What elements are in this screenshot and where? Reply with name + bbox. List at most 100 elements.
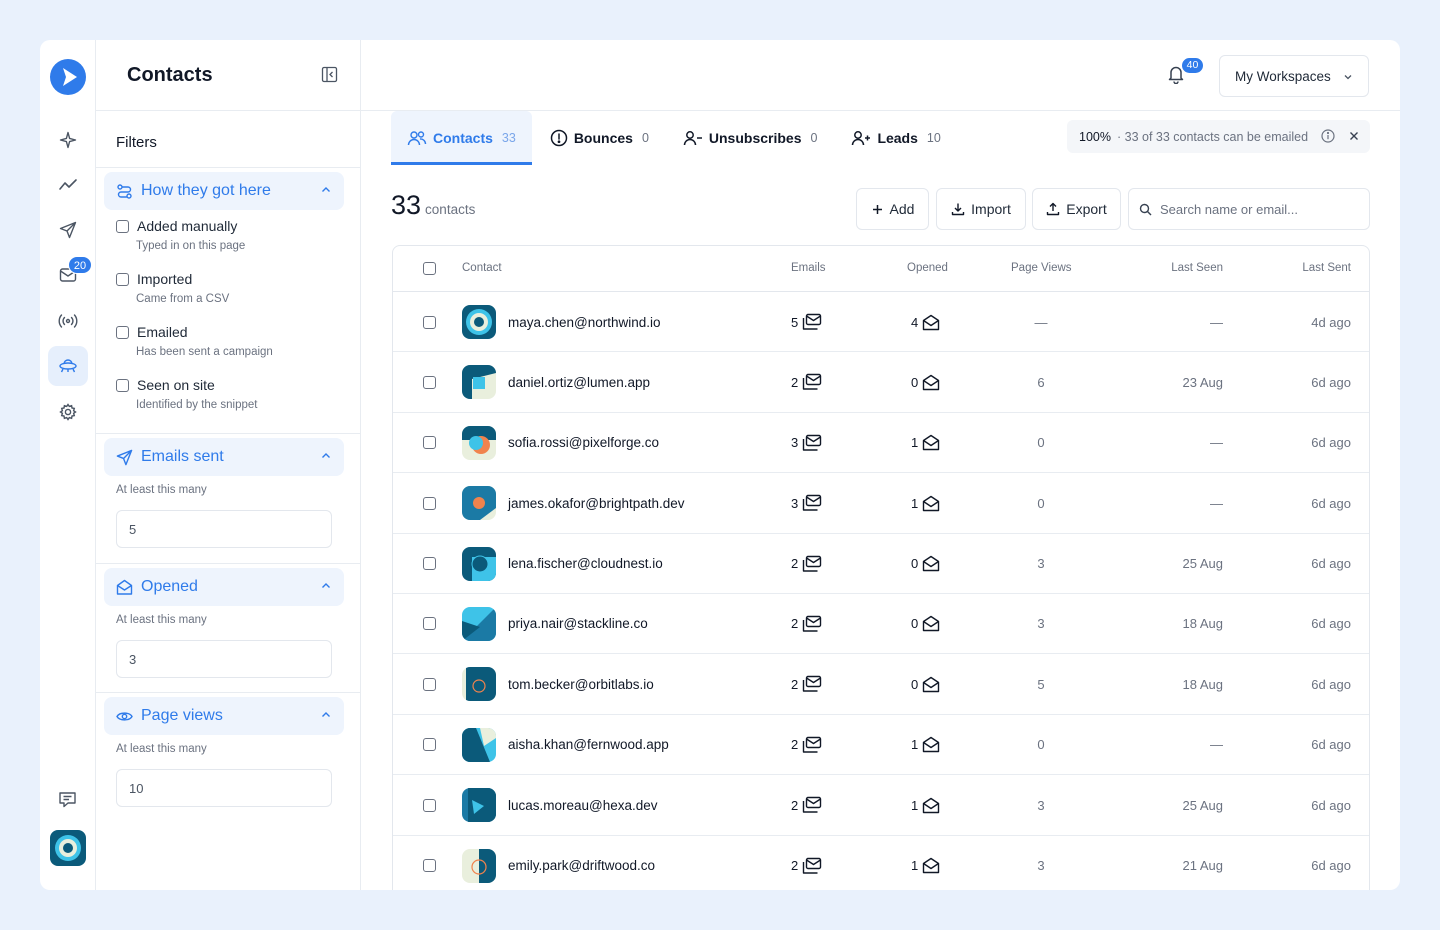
- emails-sent-icon: [803, 796, 822, 813]
- contact-email[interactable]: emily.park@driftwood.co: [508, 836, 655, 890]
- checkbox[interactable]: [116, 219, 129, 233]
- tab-leads[interactable]: Leads 10: [835, 111, 956, 165]
- info-icon[interactable]: [1321, 129, 1335, 146]
- page-views-toggle[interactable]: Page views: [104, 697, 344, 735]
- filter-seen-on-site[interactable]: Seen on site Identified by the snippet: [116, 377, 257, 411]
- table-row[interactable]: sofia.rossi@pixelforge.co 3 1 0 — 6d ago: [393, 413, 1369, 474]
- header-emails[interactable]: Emails: [791, 262, 826, 274]
- opened-input[interactable]: 3: [116, 640, 332, 678]
- feedback-icon[interactable]: [48, 780, 88, 820]
- opened-count: 0: [911, 374, 919, 390]
- select-all-checkbox[interactable]: [423, 262, 436, 278]
- filter-emailed[interactable]: Emailed Has been sent a campaign: [116, 324, 273, 358]
- checkbox[interactable]: [423, 557, 436, 571]
- last-sent-value: 6d ago: [1311, 556, 1351, 572]
- open-envelope-icon: [923, 857, 940, 874]
- contact-email[interactable]: aisha.khan@fernwood.app: [508, 715, 669, 775]
- collapse-sidebar-icon[interactable]: [321, 66, 338, 88]
- checkbox[interactable]: [423, 436, 436, 450]
- row-checkbox[interactable]: [423, 413, 436, 473]
- broadcast-icon[interactable]: [48, 301, 88, 341]
- settings-icon[interactable]: [48, 392, 88, 432]
- emails-count-cell: 2: [791, 352, 822, 412]
- checkbox[interactable]: [116, 325, 129, 339]
- row-checkbox[interactable]: [423, 775, 436, 835]
- import-button[interactable]: Import: [936, 188, 1026, 230]
- contact-email[interactable]: daniel.ortiz@lumen.app: [508, 352, 650, 412]
- open-envelope-icon: [923, 616, 940, 632]
- table-row[interactable]: tom.becker@orbitlabs.io 2 0 5 18 Aug 6d ago: [393, 654, 1369, 715]
- app-logo[interactable]: [50, 59, 86, 95]
- contacts-nav-icon[interactable]: [48, 346, 88, 386]
- row-checkbox[interactable]: [423, 473, 436, 533]
- contact-email[interactable]: lucas.moreau@hexa.dev: [508, 775, 658, 835]
- user-avatar[interactable]: [50, 830, 86, 866]
- opened-toggle[interactable]: Opened: [104, 568, 344, 606]
- workspace-dropdown[interactable]: My Workspaces: [1219, 55, 1369, 97]
- table-row[interactable]: daniel.ortiz@lumen.app 2 0 6 23 Aug 6d ago: [393, 352, 1369, 413]
- search-input[interactable]: [1160, 201, 1350, 217]
- header-page-views[interactable]: Page Views: [1011, 262, 1072, 274]
- contact-email[interactable]: sofia.rossi@pixelforge.co: [508, 413, 659, 473]
- sparkle-icon[interactable]: [48, 120, 88, 160]
- tab-unsubscribes[interactable]: Unsubscribes 0: [667, 111, 834, 165]
- row-checkbox[interactable]: [423, 654, 436, 714]
- add-button[interactable]: Add: [856, 188, 929, 230]
- checkbox[interactable]: [423, 677, 436, 691]
- emails-sent-input[interactable]: 5: [116, 510, 332, 548]
- row-checkbox[interactable]: [423, 292, 436, 352]
- header-contact[interactable]: Contact: [462, 262, 502, 274]
- send-icon[interactable]: [48, 210, 88, 250]
- row-checkbox[interactable]: [423, 534, 436, 594]
- option-label: Imported: [137, 271, 193, 287]
- route-icon: [117, 183, 132, 199]
- header-last-sent[interactable]: Last Sent: [1302, 262, 1351, 274]
- row-checkbox[interactable]: [423, 715, 436, 775]
- table-row[interactable]: priya.nair@stackline.co 2 0 3 18 Aug 6d ago: [393, 594, 1369, 655]
- checkbox[interactable]: [423, 738, 436, 752]
- contact-email[interactable]: lena.fischer@cloudnest.io: [508, 534, 663, 594]
- filter-imported[interactable]: Imported Came from a CSV: [116, 271, 229, 305]
- table-row[interactable]: lucas.moreau@hexa.dev 2 1 3 25 Aug 6d ago: [393, 775, 1369, 836]
- close-icon[interactable]: [1347, 129, 1361, 146]
- row-checkbox[interactable]: [423, 352, 436, 412]
- checkbox[interactable]: [423, 798, 436, 812]
- filter-added-manually[interactable]: Added manually Typed in on this page: [116, 218, 245, 252]
- page-views-input[interactable]: 10: [116, 769, 332, 807]
- tab-bounces[interactable]: Bounces 0: [534, 111, 665, 165]
- contact-email[interactable]: tom.becker@orbitlabs.io: [508, 654, 654, 714]
- emails-sent-icon: [803, 494, 822, 511]
- emails-sent-toggle[interactable]: Emails sent: [104, 438, 344, 476]
- header-opened[interactable]: Opened: [907, 262, 948, 274]
- divider: [96, 692, 361, 693]
- checkbox[interactable]: [423, 375, 436, 389]
- top-bar: 40 My Workspaces: [361, 40, 1400, 111]
- opened-count: 0: [911, 556, 919, 572]
- workspace-label: My Workspaces: [1235, 68, 1331, 84]
- row-checkbox[interactable]: [423, 836, 436, 890]
- contact-email[interactable]: maya.chen@northwind.io: [508, 292, 661, 352]
- table-row[interactable]: emily.park@driftwood.co 2 1 3 21 Aug 6d ago: [393, 836, 1369, 890]
- tab-contacts[interactable]: Contacts 33: [391, 111, 532, 165]
- open-envelope-icon: [923, 435, 940, 451]
- checkbox[interactable]: [116, 272, 129, 286]
- table-row[interactable]: maya.chen@northwind.io 5 4 — — 4d ago: [393, 292, 1369, 353]
- emails-count: 2: [791, 374, 799, 390]
- table-row[interactable]: james.okafor@brightpath.dev 3 1 0 — 6d ago: [393, 473, 1369, 534]
- row-checkbox[interactable]: [423, 594, 436, 654]
- contact-email[interactable]: priya.nair@stackline.co: [508, 594, 648, 654]
- trend-icon[interactable]: [48, 165, 88, 205]
- checkbox[interactable]: [423, 262, 436, 275]
- search-box[interactable]: [1128, 188, 1370, 230]
- table-row[interactable]: lena.fischer@cloudnest.io 2 0 3 25 Aug 6d ago: [393, 534, 1369, 594]
- checkbox[interactable]: [423, 859, 436, 873]
- header-last-seen[interactable]: Last Seen: [1171, 262, 1223, 274]
- contact-email[interactable]: james.okafor@brightpath.dev: [508, 473, 685, 533]
- checkbox[interactable]: [423, 315, 436, 329]
- table-row[interactable]: aisha.khan@fernwood.app 2 1 0 — 6d ago: [393, 715, 1369, 776]
- export-button[interactable]: Export: [1032, 188, 1121, 230]
- checkbox[interactable]: [116, 378, 129, 392]
- how-section-toggle[interactable]: How they got here: [104, 172, 344, 210]
- checkbox[interactable]: [423, 617, 436, 631]
- checkbox[interactable]: [423, 496, 436, 510]
